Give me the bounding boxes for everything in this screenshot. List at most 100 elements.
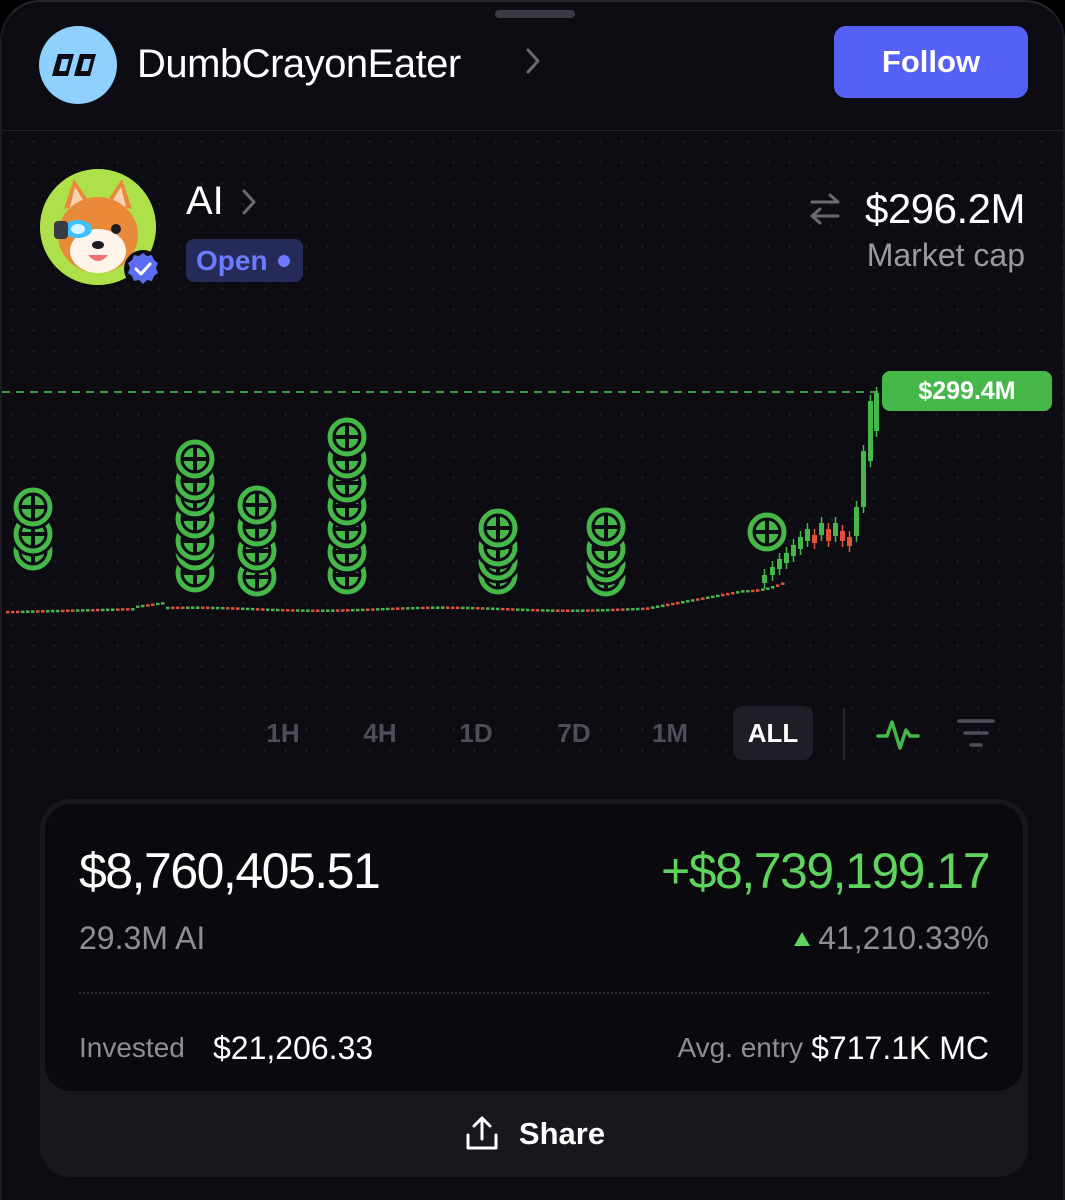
candle [6,610,10,614]
candle [366,608,370,611]
candle [161,602,165,605]
profile-header: DumbCrayonEater Follow [2,2,1063,131]
candle [301,609,305,612]
buy-marker-icon [172,436,218,482]
follow-button[interactable]: Follow [834,26,1028,98]
logo-icon [52,54,96,76]
candle [626,608,630,611]
candle [561,609,565,612]
candle [511,608,515,611]
buy-markers [10,414,790,600]
candle [406,607,410,610]
tab-1d[interactable]: 1D [436,706,516,760]
tab-1h[interactable]: 1H [243,706,323,760]
candle [311,609,315,612]
candle [61,609,65,613]
candle [206,606,210,610]
tab-1m[interactable]: 1M [630,706,710,760]
candle [586,609,590,612]
candle [636,607,640,611]
candle [721,593,725,597]
candle [591,609,595,612]
pnl-percent: 41,210.33% [794,920,989,957]
candle [171,606,175,610]
candle [141,604,145,608]
avg-entry-label: Avg. entry [677,1032,803,1063]
price-chart[interactable] [2,131,1063,701]
candle [41,610,45,613]
filter-icon[interactable] [956,716,996,750]
candle [686,600,690,603]
candle [246,607,250,611]
candle [766,587,770,590]
candle [341,609,345,612]
tab-4h[interactable]: 4H [340,706,420,760]
tab-7d[interactable]: 7D [534,706,614,760]
candle [731,591,735,595]
candle [756,589,760,592]
candle [96,608,100,612]
candle [711,595,715,599]
candle [156,602,160,606]
candle [391,607,395,611]
candle [426,606,430,610]
pnl-value: +$8,739,199.17 [661,843,990,899]
candle [446,606,450,610]
candle [526,608,530,612]
candle [541,609,545,612]
candle [676,601,680,605]
user-avatar[interactable] [39,26,117,104]
candle [401,607,405,610]
candle [451,606,455,610]
candle [31,610,35,613]
candle [241,607,245,611]
candle [516,608,520,611]
candle [106,608,110,612]
candle [146,604,150,607]
candle [296,609,300,612]
candle [741,590,745,593]
candle [546,609,550,612]
candle [421,606,425,610]
candle [726,592,730,596]
candle [521,608,525,612]
candle [306,609,310,612]
candle [356,608,360,612]
candle [66,609,70,613]
buy-marker-icon [583,504,629,550]
candle [691,599,695,602]
candle [751,589,755,593]
candle [671,602,675,606]
holding-amount: 29.3M AI [79,920,206,956]
candle [431,606,435,610]
username[interactable]: DumbCrayonEater [137,42,461,87]
candle [596,609,600,612]
tab-all[interactable]: ALL [733,706,813,760]
candle [181,606,185,610]
candle [186,606,190,610]
candle [581,609,585,612]
share-button[interactable]: Share [40,1091,1028,1177]
candle [91,608,95,612]
share-label: Share [518,1116,606,1151]
pulse-icon[interactable] [876,714,920,754]
candle [81,609,85,612]
token-chart-section: AI Open $296.2M Market cap $299.4M 1H 4H… [2,131,1063,761]
buy-marker-icon [475,505,521,551]
candle [486,607,490,610]
buy-marker-icon [324,414,370,460]
candle [201,606,205,610]
candle [716,594,720,598]
candle [566,609,570,612]
candle [631,607,635,611]
candle [51,609,55,613]
candle [656,605,660,608]
candle [606,608,610,612]
candle [256,608,260,611]
candle [361,608,365,612]
candle [466,606,470,610]
position-value: $8,760,405.51 [79,843,381,899]
chevron-right-icon[interactable] [522,44,544,78]
candle [231,607,235,610]
candle [111,608,115,611]
